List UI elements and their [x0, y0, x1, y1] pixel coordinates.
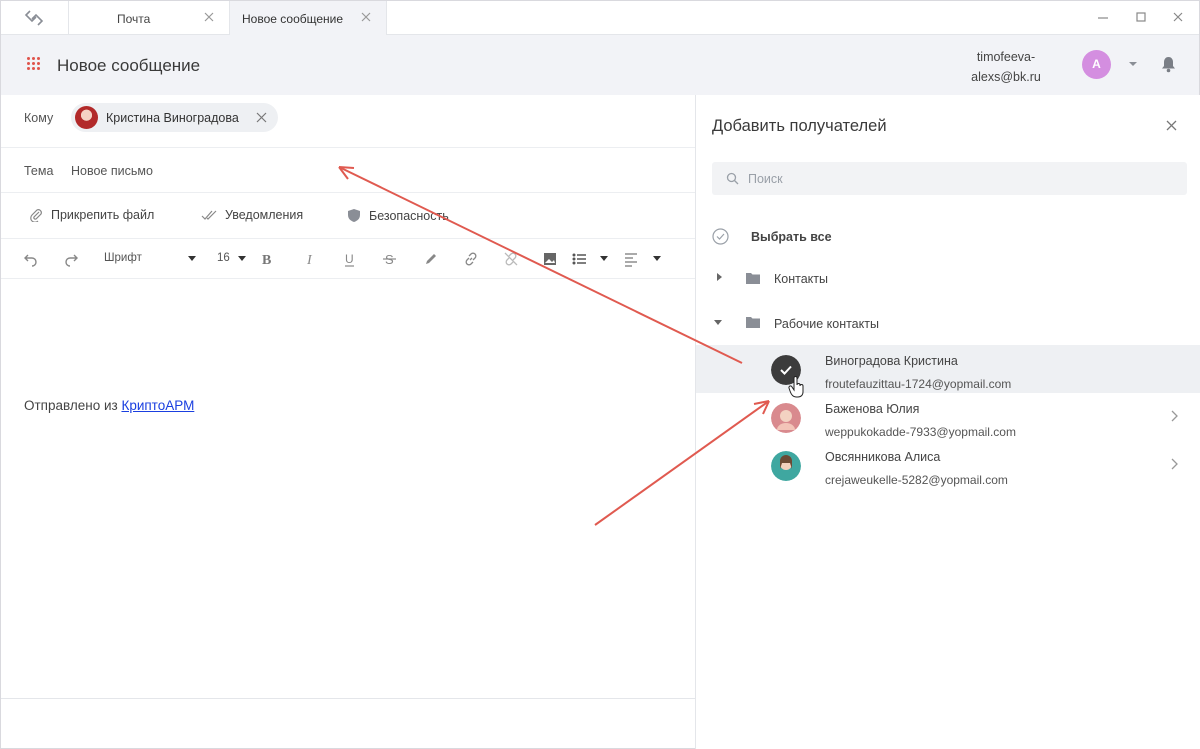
chevron-down-icon[interactable]	[600, 256, 608, 261]
app-window: Почта Новое сообщение Новое сообщение ti…	[0, 0, 1200, 749]
chevron-right-icon[interactable]	[1170, 458, 1178, 470]
paperclip-icon	[30, 209, 42, 222]
undo-icon[interactable]	[23, 251, 39, 267]
account-email[interactable]: timofeeva- alexs@bk.ru	[951, 47, 1061, 87]
avatar	[75, 106, 98, 129]
tab-new-message[interactable]: Новое сообщение	[229, 1, 387, 35]
contact-row[interactable]: Овсянникова Алиса crejaweukelle-5282@yop…	[696, 441, 1200, 489]
chevron-down-icon[interactable]	[714, 320, 722, 325]
contact-row[interactable]: Виноградова Кристина froutefauzittau-172…	[696, 345, 1200, 393]
tab-label: Новое сообщение	[242, 12, 344, 26]
svg-text:U: U	[345, 252, 354, 266]
link-icon[interactable]	[463, 251, 479, 267]
align-left-icon[interactable]	[623, 251, 639, 267]
pen-icon[interactable]	[423, 251, 439, 267]
recipient-name: Кристина Виноградова	[106, 111, 239, 125]
search-placeholder: Поиск	[748, 172, 783, 186]
compose-toolbar: Прикрепить файл Уведомления Безопасность	[1, 193, 695, 239]
double-check-icon	[201, 210, 217, 220]
contact-email: weppukokadde-7933@yopmail.com	[825, 425, 1016, 439]
list-icon[interactable]	[571, 251, 587, 267]
account-line: timofeeva-	[976, 50, 1036, 64]
redo-icon[interactable]	[63, 251, 79, 267]
font-select[interactable]: Шрифт	[104, 252, 142, 264]
folder-work-contacts[interactable]: Рабочие контакты	[774, 317, 879, 331]
security-label: Безопасность	[369, 208, 449, 223]
format-toolbar: Шрифт 16 B I U S	[1, 239, 695, 279]
chevron-down-icon[interactable]	[238, 256, 246, 261]
underline-icon[interactable]: U	[342, 251, 358, 267]
to-label: Кому	[24, 111, 54, 125]
contact-email: froutefauzittau-1724@yopmail.com	[825, 377, 1012, 391]
hand-cursor-icon	[788, 376, 804, 398]
search-input[interactable]: Поиск	[712, 162, 1187, 195]
subject-input[interactable]: Новое письмо	[71, 164, 153, 178]
unlink-icon[interactable]	[503, 251, 519, 267]
close-icon[interactable]	[360, 11, 372, 23]
notifications-button[interactable]: Уведомления	[201, 208, 303, 222]
maximize-icon[interactable]	[1134, 10, 1148, 24]
svg-text:I: I	[306, 253, 313, 267]
recipient-chip[interactable]: Кристина Виноградова	[71, 103, 278, 132]
panel-title: Добавить получателей	[712, 117, 887, 135]
close-icon[interactable]	[1165, 119, 1178, 132]
app-logo-icon	[24, 10, 44, 26]
security-button[interactable]: Безопасность	[347, 208, 449, 223]
font-size-select[interactable]: 16	[217, 252, 230, 264]
strikethrough-icon[interactable]: S	[382, 251, 398, 267]
check-circle-icon[interactable]	[712, 228, 729, 245]
chevron-right-icon[interactable]	[717, 273, 722, 281]
close-window-icon[interactable]	[1171, 10, 1185, 24]
chevron-down-icon[interactable]	[188, 256, 196, 261]
to-row: Кому Кристина Виноградова	[1, 95, 695, 148]
page-title: Новое сообщение	[57, 56, 201, 75]
signature-text: Отправлено из	[24, 398, 122, 413]
account-line: alexs@bk.ru	[971, 70, 1041, 84]
folder-icon	[746, 317, 760, 328]
contact-name: Виноградова Кристина	[825, 354, 958, 368]
shield-icon	[348, 209, 360, 222]
search-icon	[726, 172, 739, 185]
tab-mail[interactable]: Почта	[69, 1, 229, 35]
add-recipients-panel: Добавить получателей Поиск Выбрать все К…	[695, 95, 1200, 749]
divider	[1, 698, 695, 699]
subject-label: Тема	[24, 164, 54, 178]
folder-icon	[746, 273, 760, 284]
notify-label: Уведомления	[225, 208, 304, 222]
chevron-down-icon[interactable]	[1129, 62, 1137, 66]
contact-row[interactable]: Баженова Юлия weppukokadde-7933@yopmail.…	[696, 393, 1200, 441]
chevron-down-icon[interactable]	[653, 256, 661, 261]
image-icon[interactable]	[542, 251, 558, 267]
avatar	[771, 451, 801, 481]
apps-grid-icon[interactable]	[27, 57, 41, 71]
subject-row: Тема Новое письмо	[1, 148, 695, 193]
contact-name: Баженова Юлия	[825, 402, 920, 416]
italic-icon[interactable]: I	[303, 251, 319, 267]
avatar	[771, 403, 801, 433]
minimize-icon[interactable]	[1096, 10, 1110, 24]
bell-icon[interactable]	[1161, 56, 1176, 73]
title-bar: Почта Новое сообщение	[1, 1, 1199, 35]
contact-email: crejaweukelle-5282@yopmail.com	[825, 473, 1008, 487]
svg-text:B: B	[262, 253, 271, 267]
chevron-right-icon[interactable]	[1170, 410, 1178, 422]
attach-label: Прикрепить файл	[51, 208, 155, 222]
close-icon[interactable]	[256, 112, 267, 123]
message-signature[interactable]: Отправлено из КриптоАРМ	[24, 398, 194, 413]
tab-label: Почта	[117, 12, 151, 26]
attach-file-button[interactable]: Прикрепить файл	[29, 208, 154, 222]
folder-contacts[interactable]: Контакты	[774, 272, 828, 286]
close-icon[interactable]	[203, 11, 215, 23]
compose-form: Кому Кристина Виноградова Тема Новое пис…	[1, 95, 695, 749]
avatar[interactable]: A	[1082, 50, 1111, 79]
select-all-button[interactable]: Выбрать все	[751, 230, 832, 244]
app-header: Новое сообщение timofeeva- alexs@bk.ru A	[1, 35, 1199, 95]
bold-icon[interactable]: B	[260, 251, 276, 267]
contact-name: Овсянникова Алиса	[825, 450, 941, 464]
signature-link[interactable]: КриптоАРМ	[121, 398, 194, 413]
